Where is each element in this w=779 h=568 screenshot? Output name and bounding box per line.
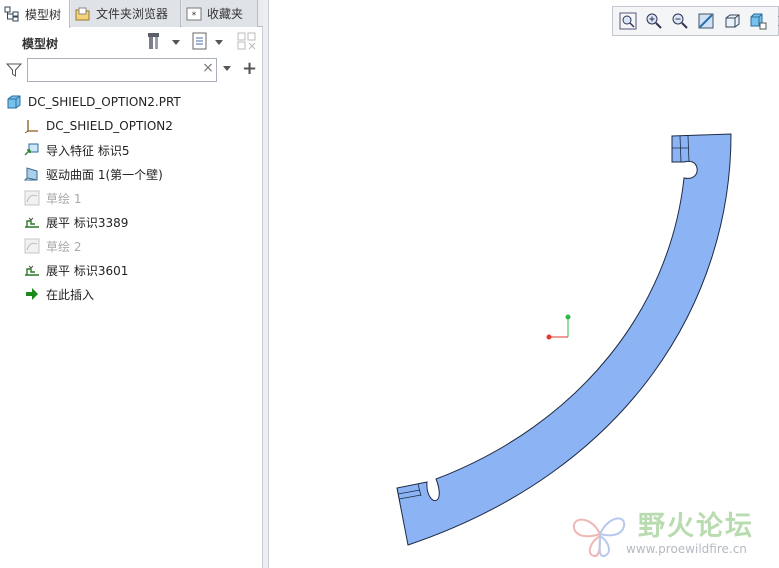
tab-label: 收藏夹 <box>207 7 244 21</box>
view-orientation-icon[interactable] <box>723 12 741 30</box>
flatten-icon <box>24 214 40 230</box>
tree-item-insert-here[interactable]: 在此插入 <box>24 283 94 305</box>
flat-pattern-part[interactable] <box>396 133 732 546</box>
model-tree-icon <box>4 6 20 22</box>
tab-folder-browser[interactable]: 文件夹浏览器 <box>71 0 181 27</box>
panel-header: 模型树 <box>0 28 263 56</box>
repaint-icon[interactable] <box>697 12 715 30</box>
zoom-in-icon[interactable] <box>645 12 663 30</box>
sketch-icon <box>24 190 40 206</box>
clear-search-icon[interactable]: × <box>202 61 214 75</box>
refit-icon[interactable] <box>619 12 637 30</box>
folder-browser-icon <box>75 6 91 22</box>
import-feature-icon <box>24 142 40 158</box>
saved-views-icon[interactable] <box>749 12 767 30</box>
add-icon[interactable]: + <box>242 59 257 79</box>
panel-splitter[interactable] <box>263 0 269 568</box>
tree-item-label: 导入特征 标识5 <box>46 143 130 158</box>
filter-icon[interactable] <box>5 62 23 78</box>
tree-item-label: 展平 标识3601 <box>46 263 129 278</box>
model-view <box>396 133 732 546</box>
tree-item-label: 在此插入 <box>46 287 95 302</box>
watermark-logo: 野火论坛 www.proewildfire.cn <box>570 500 779 568</box>
column-display-button[interactable] <box>236 32 258 52</box>
panel-title: 模型树 <box>22 37 59 51</box>
tree-item-label: DC_SHIELD_OPTION2 <box>46 119 173 133</box>
column-display-icon <box>236 31 258 54</box>
chevron-down-icon <box>172 39 180 45</box>
graphics-window[interactable] <box>270 0 779 568</box>
driving-surface-icon <box>23 166 40 182</box>
tree-item-flatten-3601[interactable]: 展平 标识3601 <box>24 259 128 281</box>
zoom-out-icon[interactable] <box>671 12 689 30</box>
filter-row: × + <box>0 56 263 86</box>
flatten-icon <box>24 262 40 278</box>
tab-model-tree[interactable]: 模型树 <box>0 0 70 28</box>
chevron-down-icon[interactable] <box>223 66 231 71</box>
butterfly-logo-icon <box>572 517 626 557</box>
sketch-icon <box>24 238 40 254</box>
coordinate-system-icon <box>24 118 40 134</box>
show-button[interactable] <box>191 32 223 52</box>
tree-item-label: 草绘 1 <box>46 191 82 206</box>
favorites-icon: * <box>186 6 202 22</box>
part-icon <box>6 94 22 110</box>
settings-button[interactable] <box>146 32 180 52</box>
tree-item-label: DC_SHIELD_OPTION2.PRT <box>28 95 181 109</box>
overflow-arrow-icon[interactable] <box>775 12 779 30</box>
model-tree-panel: 模型树 文件夹浏览器 * 收藏夹 模型树 × + DC_SHIELD_OPTIO… <box>0 0 263 568</box>
panel-tabbar: 模型树 文件夹浏览器 * 收藏夹 <box>0 0 263 28</box>
graphics-toolbar <box>612 6 779 36</box>
tab-favorites[interactable]: * 收藏夹 <box>182 0 258 27</box>
tree-item-sketch-2[interactable]: 草绘 2 <box>24 235 81 257</box>
tree-item-label: 驱动曲面 1(第一个壁) <box>46 167 163 182</box>
tree-item-flatten-3389[interactable]: 展平 标识3389 <box>24 211 128 233</box>
tree-item-import-feature[interactable]: 导入特征 标识5 <box>24 139 129 161</box>
watermark-title: 野火论坛 <box>638 511 754 542</box>
show-icon <box>191 31 209 54</box>
tab-label: 文件夹浏览器 <box>96 7 169 21</box>
svg-text:*: * <box>192 11 197 21</box>
coordinate-axes-icon <box>546 314 571 340</box>
tree-item-part[interactable]: DC_SHIELD_OPTION2.PRT <box>6 91 181 113</box>
chevron-down-icon <box>215 39 223 45</box>
tree-item-sketch-1[interactable]: 草绘 1 <box>24 187 81 209</box>
settings-icon <box>146 31 166 54</box>
tree-item-coordinate-system[interactable]: DC_SHIELD_OPTION2 <box>24 115 173 137</box>
insert-here-arrow-icon <box>24 286 40 302</box>
tree-item-label: 展平 标识3389 <box>46 215 129 230</box>
search-input[interactable] <box>27 58 217 82</box>
tree-item-label: 草绘 2 <box>46 239 82 254</box>
tab-label: 模型树 <box>25 7 62 22</box>
tree-item-driving-surface[interactable]: 驱动曲面 1(第一个壁) <box>23 163 163 185</box>
watermark-url: www.proewildfire.cn <box>626 542 747 556</box>
